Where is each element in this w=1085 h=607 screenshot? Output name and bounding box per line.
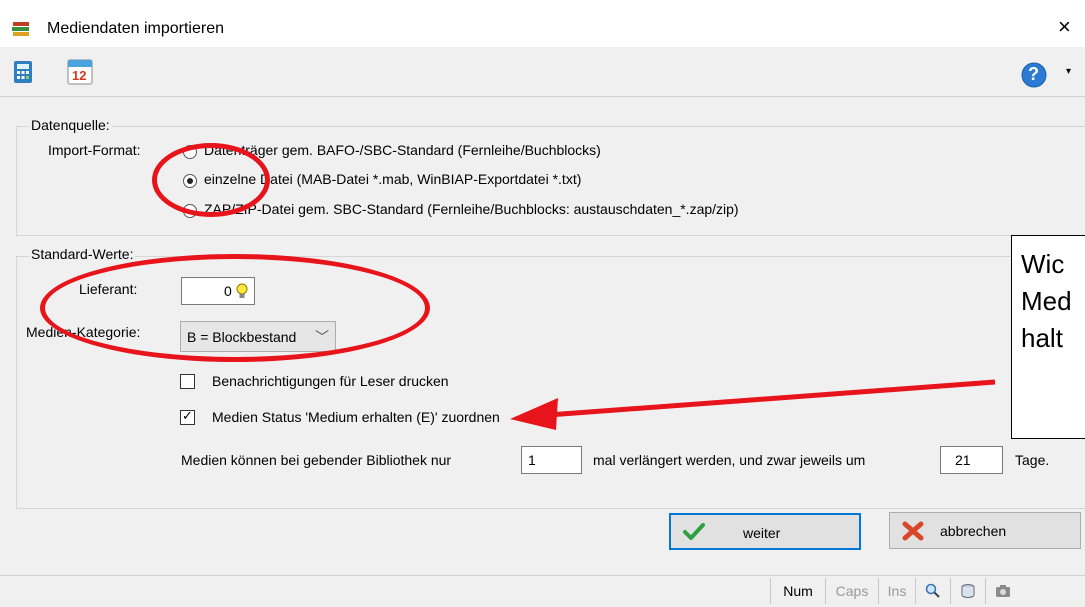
weiter-label: weiter — [743, 525, 781, 541]
calculator-icon[interactable] — [11, 60, 35, 84]
chevron-down-icon[interactable]: ▾ — [1066, 66, 1071, 77]
status-num: Num — [770, 578, 825, 604]
checkbox-benachrichtigung-label[interactable]: Benachrichtigungen für Leser drucken — [212, 373, 449, 389]
cancel-icon — [902, 521, 924, 541]
annotation-line-3: halt — [1021, 323, 1063, 353]
magnifier-icon[interactable] — [915, 578, 950, 604]
window-title: Mediendaten importieren — [47, 20, 224, 37]
annotation-ellipse-format — [152, 143, 270, 217]
annotation-arrow — [510, 379, 996, 430]
stacked-books-icon — [12, 22, 29, 36]
checkmark-icon — [683, 523, 705, 540]
abbrechen-label: abbrechen — [940, 523, 1007, 539]
checkmark-icon: ✓ — [182, 408, 193, 423]
radio-zap-zip-label[interactable]: ZAP/ZIP-Datei gem. SBC-Standard (Fernlei… — [204, 201, 739, 217]
verlaengerung-count-input[interactable]: 1 — [521, 446, 582, 474]
import-format-label: Import-Format: — [48, 142, 141, 158]
annotation-note: Wic Med halt — [1011, 235, 1085, 439]
close-icon[interactable]: × — [1058, 14, 1071, 40]
annotation-line-1: Wic — [1021, 249, 1065, 279]
weiter-button[interactable]: weiter — [669, 513, 861, 550]
radio-datentraeger-label[interactable]: Datenträger gem. BAFO-/SBC-Standard (Fer… — [204, 142, 601, 158]
toolbar — [0, 47, 1085, 97]
verlaengerung-text-before: Medien können bei gebender Bibliothek nu… — [181, 452, 452, 468]
calendar-icon[interactable]: 12 — [66, 58, 94, 86]
annotation-line-2: Med — [1021, 286, 1072, 316]
database-icon[interactable] — [950, 578, 985, 604]
status-ins: Ins — [878, 578, 915, 604]
status-caps: Caps — [825, 578, 878, 604]
camera-icon[interactable] — [985, 578, 1020, 604]
checkbox-benachrichtigung[interactable] — [180, 374, 195, 389]
datenquelle-legend: Datenquelle: — [29, 117, 112, 133]
verlaengerung-text-middle: mal verlängert werden, und zwar jeweils … — [593, 452, 866, 468]
verlaengerung-text-after: Tage. — [1015, 452, 1050, 468]
abbrechen-button[interactable]: abbrechen — [889, 512, 1081, 549]
annotation-ellipse-werte — [40, 254, 430, 362]
verlaengerung-days-input[interactable]: 21 — [940, 446, 1003, 474]
calendar-day: 12 — [72, 68, 87, 83]
standard-werte-legend: Standard-Werte: — [29, 246, 136, 262]
checkbox-status-label[interactable]: Medien Status 'Medium erhalten (E)' zuor… — [212, 409, 500, 425]
checkbox-status[interactable]: ✓ — [180, 408, 195, 425]
help-icon[interactable]: ? — [1020, 61, 1048, 89]
